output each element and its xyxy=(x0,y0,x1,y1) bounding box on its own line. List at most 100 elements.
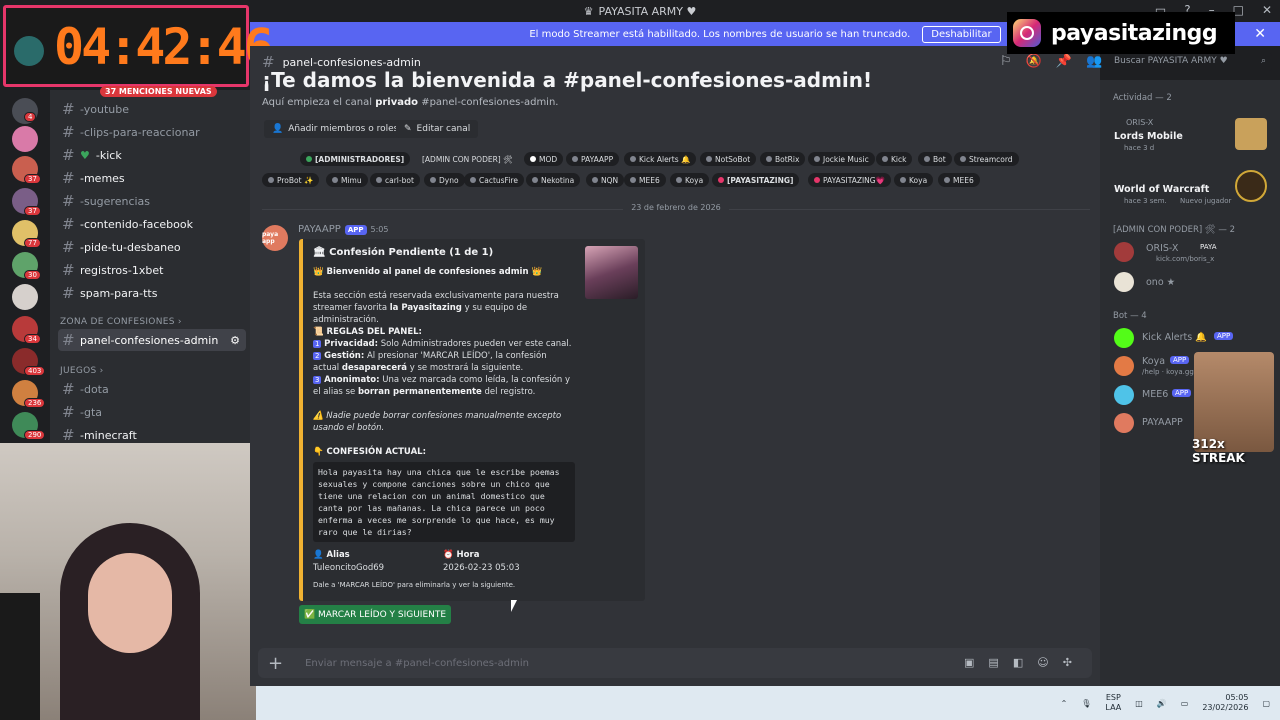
avatar[interactable] xyxy=(1114,413,1134,433)
role-chip[interactable]: PAYASITAZING💗 xyxy=(808,173,891,187)
role-chip[interactable]: [ADMIN CON PODER] 🛠 xyxy=(416,152,519,166)
channel-gta[interactable]: # -gta xyxy=(58,401,246,423)
activity-game[interactable]: Lords Mobile xyxy=(1114,131,1183,142)
role-chip[interactable]: [PAYASITAZING] xyxy=(712,173,800,187)
threads-icon[interactable]: ⚐ xyxy=(1000,54,1012,69)
server-icon[interactable] xyxy=(12,284,38,310)
member-name[interactable]: Kick Alerts 🔔 xyxy=(1142,332,1207,343)
composer-icons: ▣ ▤ ◧ ☺ ✣ xyxy=(964,656,1072,669)
window-title: PAYASITA ARMY ♥ xyxy=(598,4,697,18)
channel-contenido-facebook[interactable]: # -contenido-facebook xyxy=(58,213,246,235)
channel-panel-confesiones-admin[interactable]: # panel-confesiones-admin ⚙ xyxy=(58,329,246,351)
channel-youtube[interactable]: # -youtube xyxy=(58,98,246,120)
emoji-icon[interactable]: ☺ xyxy=(1037,656,1048,669)
notifications-icon[interactable]: ▢ xyxy=(1262,699,1270,708)
role-chip[interactable]: [ADMINISTRADORES] xyxy=(300,152,411,166)
channel-kick[interactable]: # ♥ -kick xyxy=(58,144,246,166)
channel-dota[interactable]: # -dota xyxy=(58,378,246,400)
role-chip[interactable]: MEE6 xyxy=(938,173,980,187)
channel-registros[interactable]: # registros-1xbet xyxy=(58,259,246,281)
lang-label: ESP xyxy=(1105,693,1121,702)
role-chip[interactable]: carl-bot xyxy=(370,173,420,187)
chevron-up-icon[interactable]: ⌃ xyxy=(1061,699,1068,708)
embed-thumbnail[interactable] xyxy=(585,246,638,299)
battery-icon[interactable]: ▭ xyxy=(1181,699,1189,708)
settings-icon[interactable]: ⚙ xyxy=(230,334,240,347)
avatar[interactable] xyxy=(1114,328,1134,348)
network-icon[interactable]: ◫ xyxy=(1135,699,1143,708)
role-chip[interactable]: CactusFire xyxy=(464,173,524,187)
member-name[interactable]: PAYAAPP xyxy=(1142,417,1183,428)
system-clock[interactable]: 05:05 23/02/2026 xyxy=(1202,693,1248,713)
author-name[interactable]: PAYAAPP xyxy=(298,224,341,235)
avatar[interactable] xyxy=(1114,385,1134,405)
channel-memes[interactable]: # -memes xyxy=(58,167,246,189)
search-input[interactable]: Buscar PAYASITA ARMY ♥ ⌕ xyxy=(1108,53,1272,71)
server-icon[interactable] xyxy=(12,126,38,152)
avatar[interactable] xyxy=(1114,272,1134,292)
category-juegos[interactable]: JUEGOS › xyxy=(60,366,104,376)
close-icon[interactable]: ✕ xyxy=(1254,26,1266,42)
members-icon[interactable]: 👥 xyxy=(1086,54,1102,69)
role-chip[interactable]: Streamcord xyxy=(954,152,1019,166)
add-attachment-icon[interactable]: + xyxy=(268,653,283,674)
role-chip[interactable]: Nekotina xyxy=(526,173,581,187)
role-label: NotSoBot xyxy=(715,154,751,164)
channel-sugerencias[interactable]: # -sugerencias xyxy=(58,190,246,212)
role-chip[interactable]: Jockie Music xyxy=(808,152,875,166)
close-window-button[interactable]: ✕ xyxy=(1262,3,1272,17)
apps-icon[interactable]: ✣ xyxy=(1063,656,1072,669)
gif-icon[interactable]: ▤ xyxy=(988,656,998,669)
role-chip[interactable]: Mimu xyxy=(326,173,368,187)
role-dot xyxy=(924,156,930,162)
channel-clips[interactable]: # -clips-para-reaccionar xyxy=(58,121,246,143)
lords-mobile-icon xyxy=(1235,118,1267,150)
clock-time: 05:05 xyxy=(1225,693,1249,702)
member-name[interactable]: ORIS-X xyxy=(1146,243,1178,254)
role-chip[interactable]: Dyno xyxy=(424,173,465,187)
role-dot xyxy=(306,156,312,162)
add-members-button[interactable]: 👤 Añadir miembros o roles xyxy=(264,120,407,138)
mute-icon[interactable]: 🔕 xyxy=(1026,54,1042,69)
activity-header: Actividad — 2 xyxy=(1113,93,1172,103)
role-chip[interactable]: Kick xyxy=(876,152,913,166)
edit-channel-button[interactable]: ✎ Editar canal xyxy=(396,120,479,138)
alias-label: 👤 Alias xyxy=(313,550,350,560)
mic-icon[interactable]: 🎙 xyxy=(1081,699,1091,708)
role-chip[interactable]: Koya xyxy=(670,173,710,187)
role-chip[interactable]: BotRix xyxy=(760,152,806,166)
avatar[interactable] xyxy=(1114,242,1134,262)
mark-read-button[interactable]: ✅ MARCAR LEÍDO Y SIGUIENTE xyxy=(299,605,451,624)
role-chip[interactable]: ProBot ✨ xyxy=(262,173,320,187)
disable-streamer-button[interactable]: Deshabilitar xyxy=(922,25,1001,43)
member-name[interactable]: Koya xyxy=(1142,356,1165,367)
channel-desbaneo[interactable]: # -pide-tu-desbaneo xyxy=(58,236,246,258)
role-chip[interactable]: PAYAAPP xyxy=(566,152,620,166)
channel-spam-tts[interactable]: # spam-para-tts xyxy=(58,282,246,304)
hash-icon: # xyxy=(62,192,75,210)
role-chip[interactable]: Koya xyxy=(894,173,934,187)
sticker-icon[interactable]: ◧ xyxy=(1013,656,1023,669)
role-chip[interactable]: NQN xyxy=(586,173,625,187)
hash-icon: # xyxy=(62,215,75,233)
volume-icon[interactable]: 🔊 xyxy=(1157,699,1167,708)
avatar[interactable] xyxy=(1114,356,1134,376)
role-chip[interactable]: NotSoBot xyxy=(700,152,757,166)
role-chip[interactable]: Bot xyxy=(918,152,952,166)
pin-icon[interactable]: 📌 xyxy=(1056,54,1072,69)
hash-icon: # xyxy=(62,123,75,141)
role-chip[interactable]: MEE6 xyxy=(624,173,666,187)
activity-game[interactable]: World of Warcraft xyxy=(1114,184,1209,195)
channel-label: -minecraft xyxy=(80,428,137,442)
role-chip[interactable]: Kick Alerts 🔔 xyxy=(624,152,697,166)
language-indicator[interactable]: ESP LAA xyxy=(1105,693,1121,713)
channel-minecraft[interactable]: # -minecraft xyxy=(58,424,246,445)
avatar[interactable]: paya app xyxy=(262,225,288,251)
member-name[interactable]: MEE6 xyxy=(1142,389,1168,400)
role-label: [ADMINISTRADORES] xyxy=(315,154,405,164)
new-mentions-badge[interactable]: 37 MENCIONES NUEVAS xyxy=(100,86,217,97)
member-name[interactable]: ono ★ xyxy=(1146,277,1175,288)
role-chip[interactable]: MOD xyxy=(524,152,564,166)
gift-icon[interactable]: ▣ xyxy=(964,656,974,669)
category-confesiones[interactable]: ZONA DE CONFESIONES › xyxy=(60,317,182,327)
